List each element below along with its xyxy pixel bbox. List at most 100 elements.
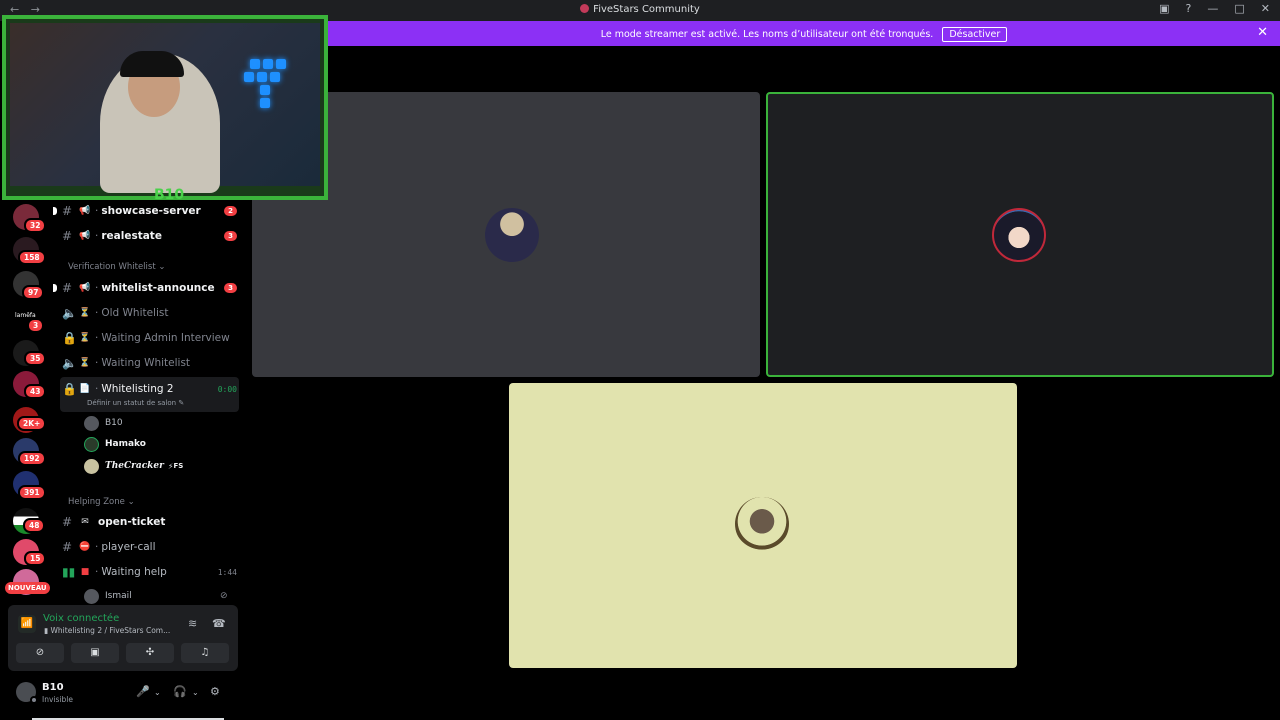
category-helping-zone[interactable]: Helping Zone ⌄ (68, 497, 135, 507)
channel-waiting-admin-interview[interactable]: 🔒 ⏳ · Waiting Admin Interview (62, 327, 237, 349)
call-timer: 0:00 (217, 384, 237, 394)
maximize-icon[interactable]: □ (1234, 2, 1244, 15)
window-controls: ▣ ? — □ ✕ (1159, 2, 1270, 15)
screen-share-button[interactable]: ▣ (71, 643, 119, 663)
avatar (84, 458, 99, 474)
streamer-mode-banner: Le mode streamer est activé. Les noms d’… (328, 21, 1280, 46)
person-cap (120, 51, 184, 77)
lock-icon: 🔒 (62, 382, 77, 396)
sos-icon: ■ (80, 567, 90, 577)
channel-showcase-server[interactable]: # 📢 · showcase-server 2 (62, 200, 237, 222)
separator: · (95, 282, 99, 294)
mention-badge: 3 (224, 283, 237, 293)
camera-off-button[interactable]: ⊘ (16, 643, 64, 663)
voice-status[interactable]: Voix connectée (43, 613, 119, 624)
disconnect-icon[interactable]: ☎ (212, 617, 226, 630)
voice-user[interactable]: Hamako (84, 434, 146, 454)
category-verification-whitelist[interactable]: Verification Whitelist ⌄ (68, 262, 166, 272)
avatar (84, 588, 99, 604)
voice-channel-icon: 🔈 (62, 356, 77, 370)
channel-old-whitelist[interactable]: 🔈 ⏳ · Old Whitelist (62, 302, 237, 324)
streamer-message: Le mode streamer est activé. Les noms d’… (600, 29, 934, 40)
webcam-scene (10, 23, 320, 193)
hourglass-icon: ⏳ (79, 333, 91, 343)
noise-suppression-icon[interactable]: ≋ (188, 617, 197, 630)
megaphone-icon: 📢 (79, 283, 91, 293)
channel-whitelist-announce[interactable]: # 📢 · whitelist-announce 3 (62, 277, 237, 299)
separator: · (95, 357, 99, 369)
close-banner-icon[interactable]: ✕ (1257, 25, 1268, 40)
unread-badge: 97 (22, 285, 45, 300)
settings-gear-icon[interactable]: ⚙ (210, 685, 220, 698)
disable-streamer-button[interactable]: Désactiver (942, 27, 1008, 42)
channel-realestate[interactable]: # 📢 · realestate 3 (62, 225, 237, 247)
unread-badge: 192 (18, 451, 46, 466)
text-channel-icon: # (62, 204, 73, 218)
separator: · (95, 566, 99, 578)
channel-name: Whitelisting 2 (101, 383, 174, 395)
channel-name: whitelist-announce (101, 282, 215, 294)
chevron-down-icon[interactable]: ⌄ (154, 688, 161, 697)
activities-button[interactable]: ✣ (126, 643, 174, 663)
channel-player-call[interactable]: # ⛔ · player-call (62, 536, 237, 558)
window-title: FiveStars Community (0, 4, 1280, 15)
hourglass-icon: ⏳ (79, 358, 91, 368)
voice-user[interactable]: Ismail ⊘ (84, 586, 228, 606)
participant-tile[interactable] (509, 383, 1017, 668)
stream-logo: B10 (154, 187, 185, 203)
channel-waiting-whitelist[interactable]: 🔈 ⏳ · Waiting Whitelist (62, 352, 237, 374)
category-label: Verification Whitelist (68, 262, 156, 272)
light-panel (260, 85, 270, 95)
set-channel-status[interactable]: Définir un statut de salon ✎ (87, 399, 184, 407)
channel-open-ticket[interactable]: # ✉ open-ticket (62, 511, 237, 533)
close-window-icon[interactable]: ✕ (1261, 2, 1270, 15)
channel-name: player-call (101, 541, 156, 553)
channel-whitelisting-2[interactable]: 🔒 📄 · Whitelisting 2 0:00 (62, 378, 237, 400)
megaphone-icon: 📢 (79, 231, 91, 241)
inbox-icon[interactable]: ▣ (1159, 2, 1169, 15)
channel-name: Waiting help (101, 566, 167, 578)
unread-badge: 158 (18, 250, 46, 265)
microphone-icon[interactable]: 🎤 (136, 685, 150, 698)
channel-name: Waiting Admin Interview (101, 332, 230, 344)
unread-badge: 391 (18, 485, 46, 500)
username[interactable]: B10 (42, 682, 64, 693)
channel-waiting-help[interactable]: ▮▮ ■ · Waiting help 1:44 (62, 561, 237, 583)
server-icon (580, 4, 590, 13)
voice-user[interactable]: TheCracker ⚡ FS (84, 456, 183, 476)
lock-icon: 🔒 (62, 331, 77, 345)
light-panel (250, 59, 260, 69)
unread-badge: 32 (24, 218, 47, 233)
light-panel (257, 72, 267, 82)
signal-icon[interactable]: 📶 (18, 615, 36, 633)
voice-active-icon: ▮▮ (62, 565, 76, 579)
avatar (84, 415, 99, 431)
unread-badge: 48 (23, 518, 46, 533)
mention-badge: 3 (224, 231, 237, 241)
unread-badge: 35 (24, 351, 47, 366)
participant-tile[interactable] (252, 92, 760, 377)
clan-tag: FS (173, 462, 184, 470)
window-title-text: FiveStars Community (593, 4, 700, 15)
document-icon: 📄 (79, 384, 91, 394)
status-indicator (30, 696, 38, 704)
avatar (485, 208, 539, 262)
voice-user[interactable]: B10 (84, 413, 123, 433)
help-icon[interactable]: ? (1186, 2, 1192, 15)
avatar (84, 436, 99, 452)
call-timer: 1:44 (217, 567, 237, 577)
new-badge: NOUVEAU (5, 582, 50, 594)
chevron-down-icon[interactable]: ⌄ (192, 688, 199, 697)
minimize-icon[interactable]: — (1207, 2, 1218, 15)
voice-channel-path-text: Whitelisting 2 / FiveStars Com... (50, 626, 171, 635)
headphones-icon[interactable]: 🎧 (173, 685, 187, 698)
soundboard-button[interactable]: ♫ (181, 643, 229, 663)
no-entry-icon: ⛔ (79, 542, 91, 552)
voice-channel-path[interactable]: ▮ Whitelisting 2 / FiveStars Com... (44, 626, 170, 635)
light-panel (244, 72, 254, 82)
unread-indicator (53, 207, 57, 215)
participant-tile-speaking[interactable] (766, 92, 1274, 377)
light-panel (270, 72, 280, 82)
channel-status-text: Définir un statut de salon (87, 399, 177, 407)
channel-name: Old Whitelist (101, 307, 169, 319)
